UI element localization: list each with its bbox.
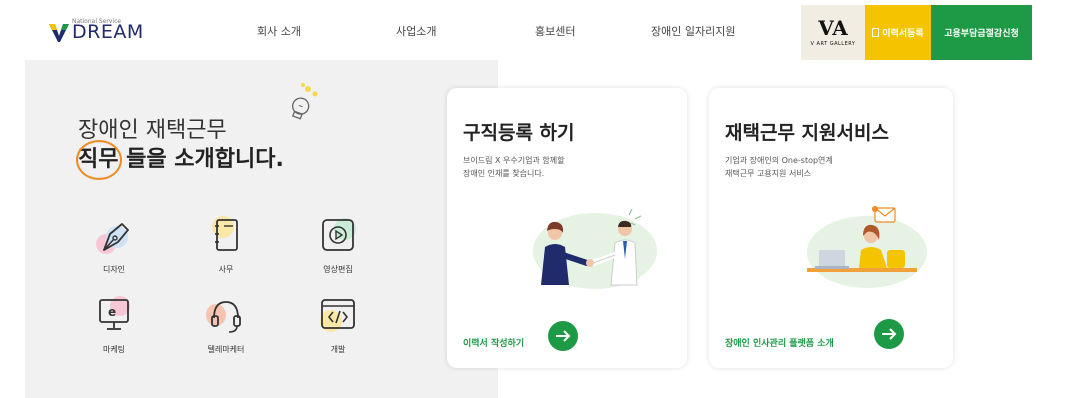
card-description-line: 재택근무 고용지원 서비스 [725, 169, 812, 178]
card-description-line: 기업과 장애인의 One-stop연계 [725, 156, 833, 165]
card-title: 구직등록 하기 [463, 122, 575, 144]
resume-register-label: 이력서등록 [882, 29, 924, 39]
pen-nib-icon [103, 223, 129, 251]
svg-text:e: e [108, 305, 116, 319]
hr-platform-link[interactable]: 장애인 인사관리 플랫폼 소개 [725, 336, 834, 349]
highlight-circle [76, 140, 122, 180]
site-logo[interactable]: National Service DREAM [48, 18, 144, 46]
arrow-right-button[interactable] [874, 319, 904, 349]
headset-icon [211, 301, 241, 333]
arrow-right-button[interactable] [548, 321, 578, 351]
resume-register-button[interactable]: 이력서등록 [865, 5, 931, 60]
card-description-line: 브이드림 X 우수기업과 함께할 [463, 156, 565, 165]
logo-tagline: National Service [72, 18, 122, 25]
arrow-right-icon [556, 330, 571, 342]
job-design[interactable]: 디자인 [79, 212, 149, 275]
job-marketing[interactable]: e 마케팅 [79, 292, 149, 355]
remote-work-service-card[interactable]: 재택근무 지원서비스 기업과 장애인의 One-stop연계 재택근무 고용지원… [709, 88, 953, 368]
levy-reduction-label: 고용부담금절감신청 [944, 29, 1019, 39]
card-description: 브이드림 X 우수기업과 함께할 장애인 인재를 찾습니다. [463, 154, 564, 180]
job-label: 마케팅 [102, 345, 126, 354]
v-logo-icon [48, 21, 70, 43]
job-label: 개발 [330, 345, 346, 354]
nav-pr-center[interactable]: 홍보센터 [535, 23, 575, 39]
card-title: 재택근무 지원서비스 [725, 122, 889, 144]
job-label: 텔레마케터 [207, 345, 245, 354]
handshake-illustration [533, 208, 657, 289]
job-development[interactable]: 개발 [303, 292, 373, 355]
va-subtitle: V ART GALLERY [810, 41, 856, 47]
code-window-icon [321, 299, 355, 329]
notebook-icon [215, 219, 238, 251]
job-video-editing[interactable]: 영상편집 [303, 212, 373, 275]
play-video-icon [322, 219, 354, 251]
lightbulb-icon [291, 83, 318, 120]
job-office[interactable]: 사무 [191, 212, 261, 275]
nav-business[interactable]: 사업소개 [396, 23, 436, 39]
card-description: 기업과 장애인의 One-stop연계 재택근무 고용지원 서비스 [725, 154, 833, 180]
job-telemarketer[interactable]: 텔레마케터 [191, 292, 261, 355]
job-registration-card[interactable]: 구직등록 하기 브이드림 X 우수기업과 함께할 장애인 인재를 찾습니다. 이… [447, 88, 687, 368]
monitor-e-icon: e [99, 299, 129, 330]
job-label: 디자인 [102, 265, 126, 274]
job-label: 사무 [218, 265, 234, 274]
remote-worker-illustration [807, 206, 927, 288]
nav-job-support[interactable]: 장애인 일자리지원 [651, 23, 735, 39]
card-description-line: 장애인 인재를 찾습니다. [463, 169, 545, 178]
job-label: 영상편집 [323, 265, 353, 274]
va-logo: VA [818, 16, 848, 40]
write-resume-link[interactable]: 이력서 작성하기 [463, 336, 524, 349]
document-icon [872, 28, 880, 37]
levy-reduction-button[interactable]: 고용부담금절감신청 [931, 5, 1032, 60]
v-art-gallery-button[interactable]: VA V ART GALLERY [801, 5, 865, 60]
arrow-right-icon [882, 328, 897, 340]
nav-company[interactable]: 회사 소개 [257, 23, 301, 39]
